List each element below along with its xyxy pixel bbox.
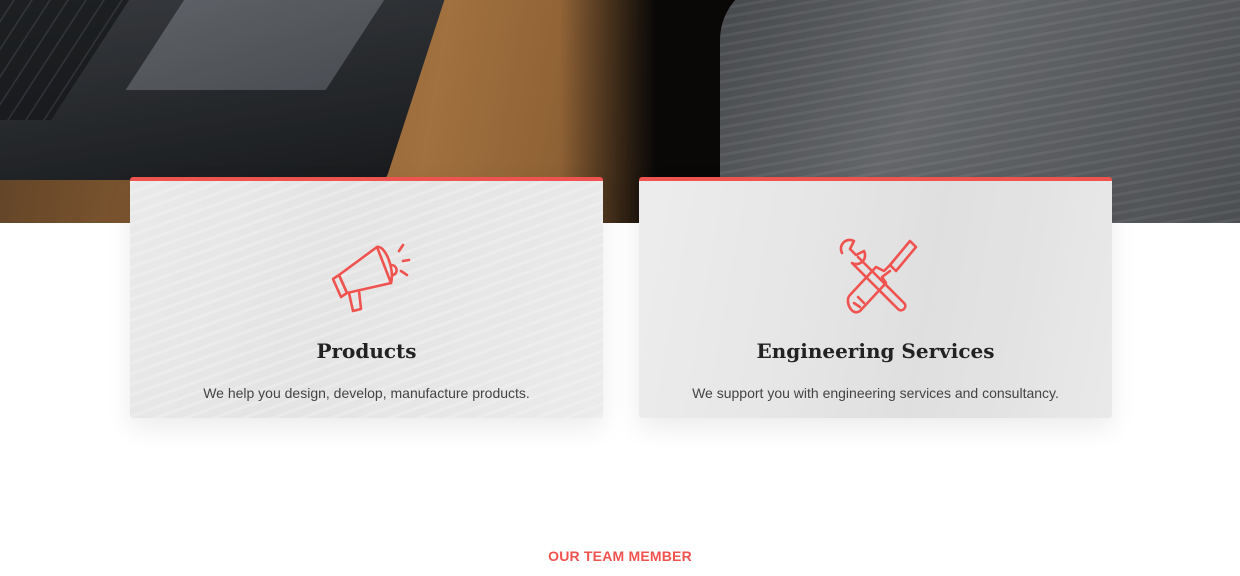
megaphone-icon xyxy=(331,243,410,313)
wrench-screwdriver-icon xyxy=(839,238,917,314)
service-description: We help you design, develop, manufacture… xyxy=(203,385,530,401)
service-title: Engineering Services xyxy=(756,339,995,363)
service-card-engineering[interactable]: Engineering Services We support you with… xyxy=(639,177,1112,418)
service-title: Products xyxy=(316,339,417,363)
service-description: We support you with engineering services… xyxy=(692,385,1059,401)
service-card-products[interactable]: Products We help you design, develop, ma… xyxy=(130,177,603,418)
team-section-label: OUR TEAM MEMBER xyxy=(548,548,692,564)
